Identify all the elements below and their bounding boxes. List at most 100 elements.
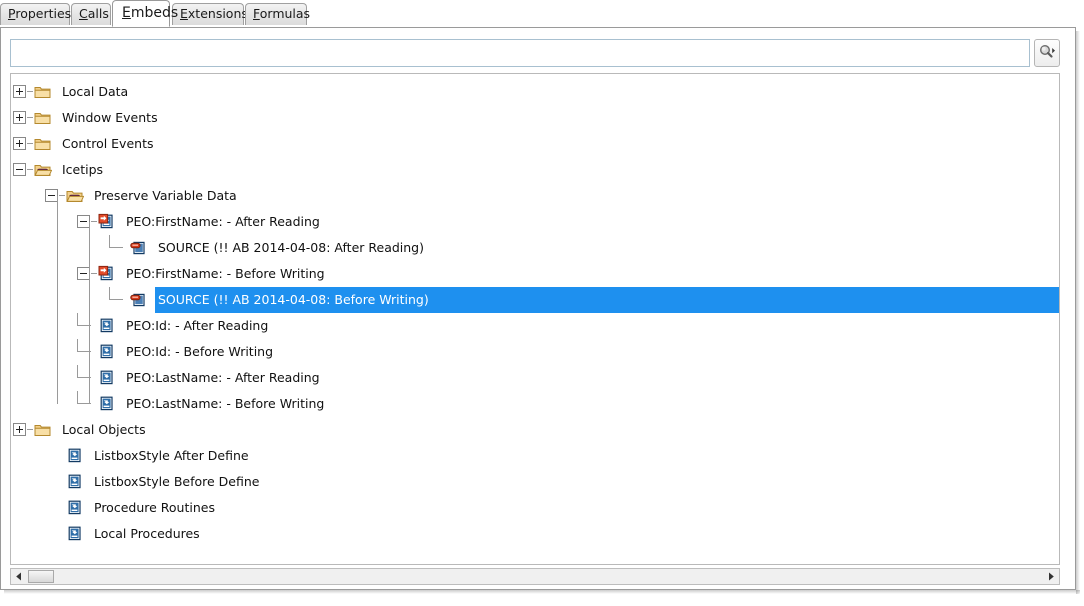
expand-toggle-icon[interactable] <box>13 423 26 436</box>
search-button[interactable] <box>1034 39 1060 67</box>
folder-closed-icon <box>34 425 51 436</box>
embed-icon <box>100 396 113 411</box>
source-icon-wrap <box>130 291 148 308</box>
tree-item-window-events[interactable]: Window Events <box>11 105 1059 131</box>
tree-connector <box>109 247 123 248</box>
embed-icon-wrap <box>66 473 84 490</box>
search-input[interactable] <box>10 39 1030 67</box>
embed-icon <box>68 448 81 463</box>
folder-closed-icon-wrap <box>34 135 52 152</box>
embed-point-icon <box>98 213 113 229</box>
embed-icon-wrap <box>98 395 116 412</box>
tree-item-listboxstyle-before[interactable]: ListboxStyle Before Define <box>11 469 1059 495</box>
tree-item-label: ListboxStyle After Define <box>94 448 249 463</box>
collapse-toggle-icon[interactable] <box>13 163 26 176</box>
tab-formulas[interactable]: Formulas <box>245 3 311 25</box>
embed-tree[interactable]: Local Data Window Events Control Events Ice… <box>10 73 1060 565</box>
tree-item-lastname-after-reading[interactable]: PEO:LastName: - After Reading <box>11 365 1059 391</box>
tree-item-local-data[interactable]: Local Data <box>11 79 1059 105</box>
embed-point-icon-wrap <box>98 213 116 230</box>
tree-item-label: Procedure Routines <box>94 500 215 515</box>
tree-item-local-objects[interactable]: Local Objects <box>11 417 1059 443</box>
tree-item-label: SOURCE (!! AB 2014-04-08: After Reading) <box>158 240 424 255</box>
embed-icon <box>68 500 81 515</box>
embed-icon-wrap <box>66 447 84 464</box>
tree-connector <box>77 365 78 378</box>
tree-item-firstname-before-writing[interactable]: PEO:FirstName: - Before Writing <box>11 261 1059 287</box>
tree-connector <box>77 391 78 404</box>
embeds-panel: Local Data Window Events Control Events Ice… <box>0 27 1076 590</box>
tree-item-label: PEO:Id: - Before Writing <box>126 344 274 359</box>
panel-shadow-right <box>1076 31 1080 594</box>
tree-connector <box>27 91 33 92</box>
source-icon <box>130 293 145 307</box>
scroll-right-button[interactable] <box>1043 569 1059 584</box>
tree-connector <box>27 169 33 170</box>
horizontal-scrollbar[interactable] <box>10 568 1060 585</box>
tree-item-source-before-writing[interactable]: SOURCE (!! AB 2014-04-08: Before Writing… <box>11 287 1059 313</box>
tab-extensions[interactable]: Extensions <box>172 3 248 25</box>
tab-label: Calls <box>79 6 109 21</box>
embed-icon <box>68 526 81 541</box>
tree-item-listboxstyle-after[interactable]: ListboxStyle After Define <box>11 443 1059 469</box>
tab-properties[interactable]: Properties <box>0 3 72 25</box>
tree-item-preserve-variable-data[interactable]: Preserve Variable Data <box>11 183 1059 209</box>
tab-calls[interactable]: Calls <box>71 3 111 25</box>
tree-item-label: Local Data <box>62 84 129 99</box>
expand-toggle-icon[interactable] <box>13 137 26 150</box>
tree-item-procedure-routines[interactable]: Procedure Routines <box>11 495 1059 521</box>
tree-item-lastname-before-writing[interactable]: PEO:LastName: - Before Writing <box>11 391 1059 417</box>
tree-connector <box>59 195 65 196</box>
folder-open-icon <box>34 165 53 176</box>
source-icon <box>130 241 145 255</box>
folder-closed-icon <box>34 113 51 124</box>
triangle-left-icon <box>16 572 21 581</box>
tree-item-label: PEO:LastName: - After Reading <box>126 370 320 385</box>
folder-closed-icon <box>34 139 51 150</box>
tree-item-label: PEO:LastName: - Before Writing <box>126 396 325 411</box>
embed-point-icon-wrap <box>98 265 116 282</box>
expand-toggle-icon[interactable] <box>13 111 26 124</box>
tree-connector <box>109 287 110 300</box>
panel-shadow-bottom <box>4 590 1080 594</box>
tab-label: Embeds <box>122 5 179 21</box>
tab-label: Properties <box>8 6 72 21</box>
tab-embeds[interactable]: Embeds <box>112 0 178 27</box>
scroll-left-button[interactable] <box>11 569 27 584</box>
tab-label: Formulas <box>253 6 311 21</box>
folder-open-icon-wrap <box>34 161 53 178</box>
tree-item-local-procedures[interactable]: Local Procedures <box>11 521 1059 547</box>
tree-item-label: Preserve Variable Data <box>94 188 237 203</box>
tree-item-id-before-writing[interactable]: PEO:Id: - Before Writing <box>11 339 1059 365</box>
source-icon-wrap <box>130 239 148 256</box>
embed-icon-wrap <box>98 369 116 386</box>
scroll-thumb[interactable] <box>28 570 54 583</box>
embed-icon-wrap <box>66 525 84 542</box>
tab-label: Extensions <box>180 6 248 21</box>
expand-toggle-icon[interactable] <box>13 85 26 98</box>
embed-icon <box>100 370 113 385</box>
embed-point-icon <box>98 265 113 281</box>
embed-icon <box>100 318 113 333</box>
tree-connector <box>27 429 33 430</box>
tree-spine <box>57 196 58 404</box>
tree-connector <box>91 221 97 222</box>
tree-connector <box>109 299 123 300</box>
embed-icon-wrap <box>66 499 84 516</box>
folder-closed-icon-wrap <box>34 109 52 126</box>
tree-item-label: Icetips <box>62 162 104 177</box>
tree-connector <box>77 313 78 326</box>
tree-item-control-events[interactable]: Control Events <box>11 131 1059 157</box>
search-row <box>1 28 1075 68</box>
folder-closed-icon-wrap <box>34 421 52 438</box>
tree-item-label: Window Events <box>62 110 158 125</box>
embed-icon <box>68 474 81 489</box>
tree-item-icetips[interactable]: Icetips <box>11 157 1059 183</box>
tree-item-source-after-reading[interactable]: SOURCE (!! AB 2014-04-08: After Reading) <box>11 235 1059 261</box>
tab-strip: Properties Calls Embeds Extensions Formulas <box>0 0 1084 28</box>
tree-connector <box>91 273 97 274</box>
tree-item-label: PEO:Id: - After Reading <box>126 318 269 333</box>
tree-item-firstname-after-reading[interactable]: PEO:FirstName: - After Reading <box>11 209 1059 235</box>
tree-item-id-after-reading[interactable]: PEO:Id: - After Reading <box>11 313 1059 339</box>
folder-open-icon <box>66 191 85 202</box>
